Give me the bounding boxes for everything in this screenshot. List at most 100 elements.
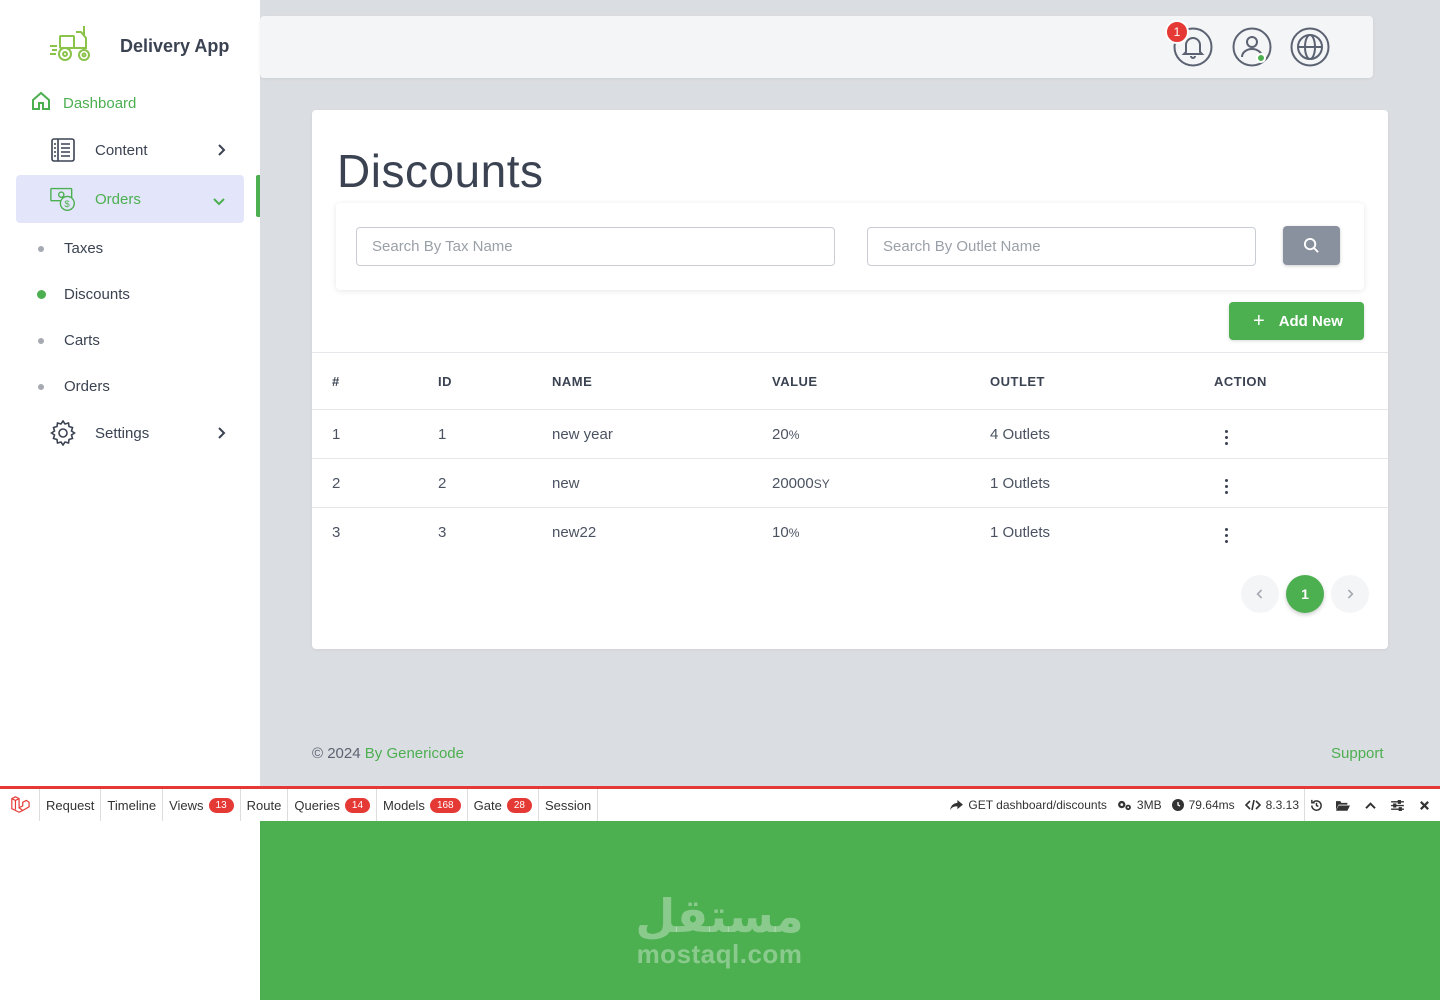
more-vertical-icon[interactable] <box>1221 524 1232 547</box>
search-outlet-input[interactable] <box>867 227 1256 266</box>
search-tax-input[interactable] <box>356 227 835 266</box>
online-status-dot <box>1256 53 1266 63</box>
watermark: مستقل mostaql.com <box>632 893 807 970</box>
open-button[interactable] <box>1332 789 1359 821</box>
history-button[interactable] <box>1305 789 1332 821</box>
sidebar-subitem-orders[interactable]: Orders <box>38 378 110 395</box>
cell-name: new22 <box>552 523 597 541</box>
cell-index: 3 <box>332 523 341 541</box>
close-button[interactable] <box>1413 789 1440 821</box>
settings-button[interactable] <box>1386 789 1413 821</box>
sidebar-subitem-taxes[interactable]: Taxes <box>38 240 103 257</box>
copyright-text: © 2024 <box>312 745 365 762</box>
cell-value: 10% <box>772 508 990 557</box>
debug-tab-gate[interactable]: Gate 28 <box>468 789 539 821</box>
value-amount: 10 <box>772 523 789 541</box>
table-row: 2 2 new 20000SY 1 Outlets <box>312 458 1388 508</box>
cell-name: new <box>552 458 772 508</box>
watermark-latin: mostaql.com <box>636 939 803 969</box>
active-indicator <box>256 175 260 217</box>
sidebar-item-label: Content <box>95 141 148 159</box>
chevron-left-icon <box>1256 589 1263 599</box>
column-header: OUTLET <box>990 352 1214 410</box>
code-icon <box>1244 799 1261 811</box>
search-button[interactable] <box>1283 226 1340 265</box>
count-badge: 14 <box>344 797 371 813</box>
clock-icon <box>1171 799 1184 811</box>
share-icon <box>950 799 964 810</box>
more-vertical-icon[interactable] <box>1221 426 1232 449</box>
laravel-logo-icon[interactable] <box>0 789 40 821</box>
bullet-icon <box>38 245 44 252</box>
sidebar-item-label: Settings <box>95 424 150 442</box>
brand[interactable]: Delivery App <box>48 22 229 71</box>
tab-label: Views <box>169 797 204 813</box>
cell-outlet: 4 Outlets <box>990 409 1214 459</box>
sidebar-subitem-discounts[interactable]: Discounts <box>37 286 130 303</box>
debug-tab-session[interactable]: Session <box>539 789 599 821</box>
debug-tab-queries[interactable]: Queries 14 <box>288 789 378 821</box>
page-title: Discounts <box>337 145 544 197</box>
footer-copyright: © 2024 By Genericode <box>312 745 464 762</box>
user-menu-button[interactable] <box>1232 27 1272 67</box>
cell-id: 3 <box>438 523 447 541</box>
column-header: ACTION <box>1214 352 1388 410</box>
sidebar-item-label: Orders <box>95 190 141 208</box>
tab-label: Timeline <box>107 797 157 813</box>
plus-icon: + <box>1253 310 1265 332</box>
table-row: 3 3 new22 10% 1 Outlets <box>312 508 1388 557</box>
close-icon <box>1419 800 1429 810</box>
document-list-icon <box>50 137 76 163</box>
cell-index: 1 <box>312 409 438 459</box>
debug-tab-request[interactable]: Request <box>40 789 102 821</box>
language-button[interactable] <box>1290 27 1330 67</box>
count-badge: 168 <box>429 797 461 813</box>
bullet-icon <box>38 337 44 344</box>
sidebar-subitem-carts[interactable]: Carts <box>38 332 100 349</box>
value-amount: 20 <box>772 425 789 443</box>
sidebar-subitem-label: Carts <box>64 332 100 349</box>
column-header: # <box>312 352 438 410</box>
sidebar-item-orders[interactable]: $ Orders <box>16 175 244 223</box>
add-new-button[interactable]: + Add New <box>1229 302 1364 340</box>
debug-memory: 3MB <box>1112 789 1167 821</box>
sidebar-item-dashboard[interactable]: Dashboard <box>30 90 136 116</box>
cell-action <box>1214 508 1388 557</box>
gear-icon <box>50 420 76 446</box>
author-link[interactable]: By Genericode <box>365 745 464 762</box>
bottom-blank-area <box>0 821 260 1000</box>
watermark-arabic: مستقل <box>635 889 804 943</box>
cell-name: new year <box>552 409 772 459</box>
filter-panel <box>336 203 1364 290</box>
chevron-right-icon <box>216 426 226 440</box>
bullet-icon <box>38 383 44 390</box>
discounts-table: # ID NAME VALUE OUTLET ACTION 1 1 new ye… <box>312 352 1388 557</box>
debug-tab-route[interactable]: Route <box>241 789 289 821</box>
support-link[interactable]: Support <box>1331 745 1384 762</box>
pagination-prev-button[interactable] <box>1241 575 1279 613</box>
pagination-next-button[interactable] <box>1331 575 1369 613</box>
cell-value: 20000SY <box>772 458 990 508</box>
sidebar-item-settings[interactable]: Settings <box>16 409 244 457</box>
bottom-green-area: مستقل mostaql.com <box>260 821 1440 1000</box>
maximize-button[interactable] <box>1359 789 1386 821</box>
more-vertical-icon[interactable] <box>1221 475 1232 498</box>
tab-label: Route <box>246 797 282 813</box>
history-icon <box>1310 799 1322 811</box>
debug-tab-views[interactable]: Views 13 <box>163 789 241 821</box>
tab-label: Request <box>46 797 95 813</box>
chevron-down-icon <box>212 194 226 206</box>
money-icon: $ <box>50 186 76 212</box>
sidebar-item-content[interactable]: Content <box>16 126 244 174</box>
count-badge: 13 <box>208 797 234 813</box>
debug-bar: Request Timeline Views 13 Route Queries 14… <box>0 786 1440 821</box>
sidebar-subitem-label: Taxes <box>64 240 104 257</box>
home-icon <box>30 90 63 116</box>
sidebar: Delivery App Dashboard Content $ Orders … <box>0 0 260 786</box>
debug-time: 79.64ms <box>1167 789 1240 821</box>
discounts-card: Discounts + Add New # ID NAME VALUE OUTL… <box>312 110 1388 649</box>
pagination-page-button[interactable]: 1 <box>1286 575 1324 613</box>
debug-tab-models[interactable]: Models 168 <box>377 789 468 821</box>
debug-tab-timeline[interactable]: Timeline <box>101 789 164 821</box>
chevron-up-icon <box>1364 801 1376 809</box>
